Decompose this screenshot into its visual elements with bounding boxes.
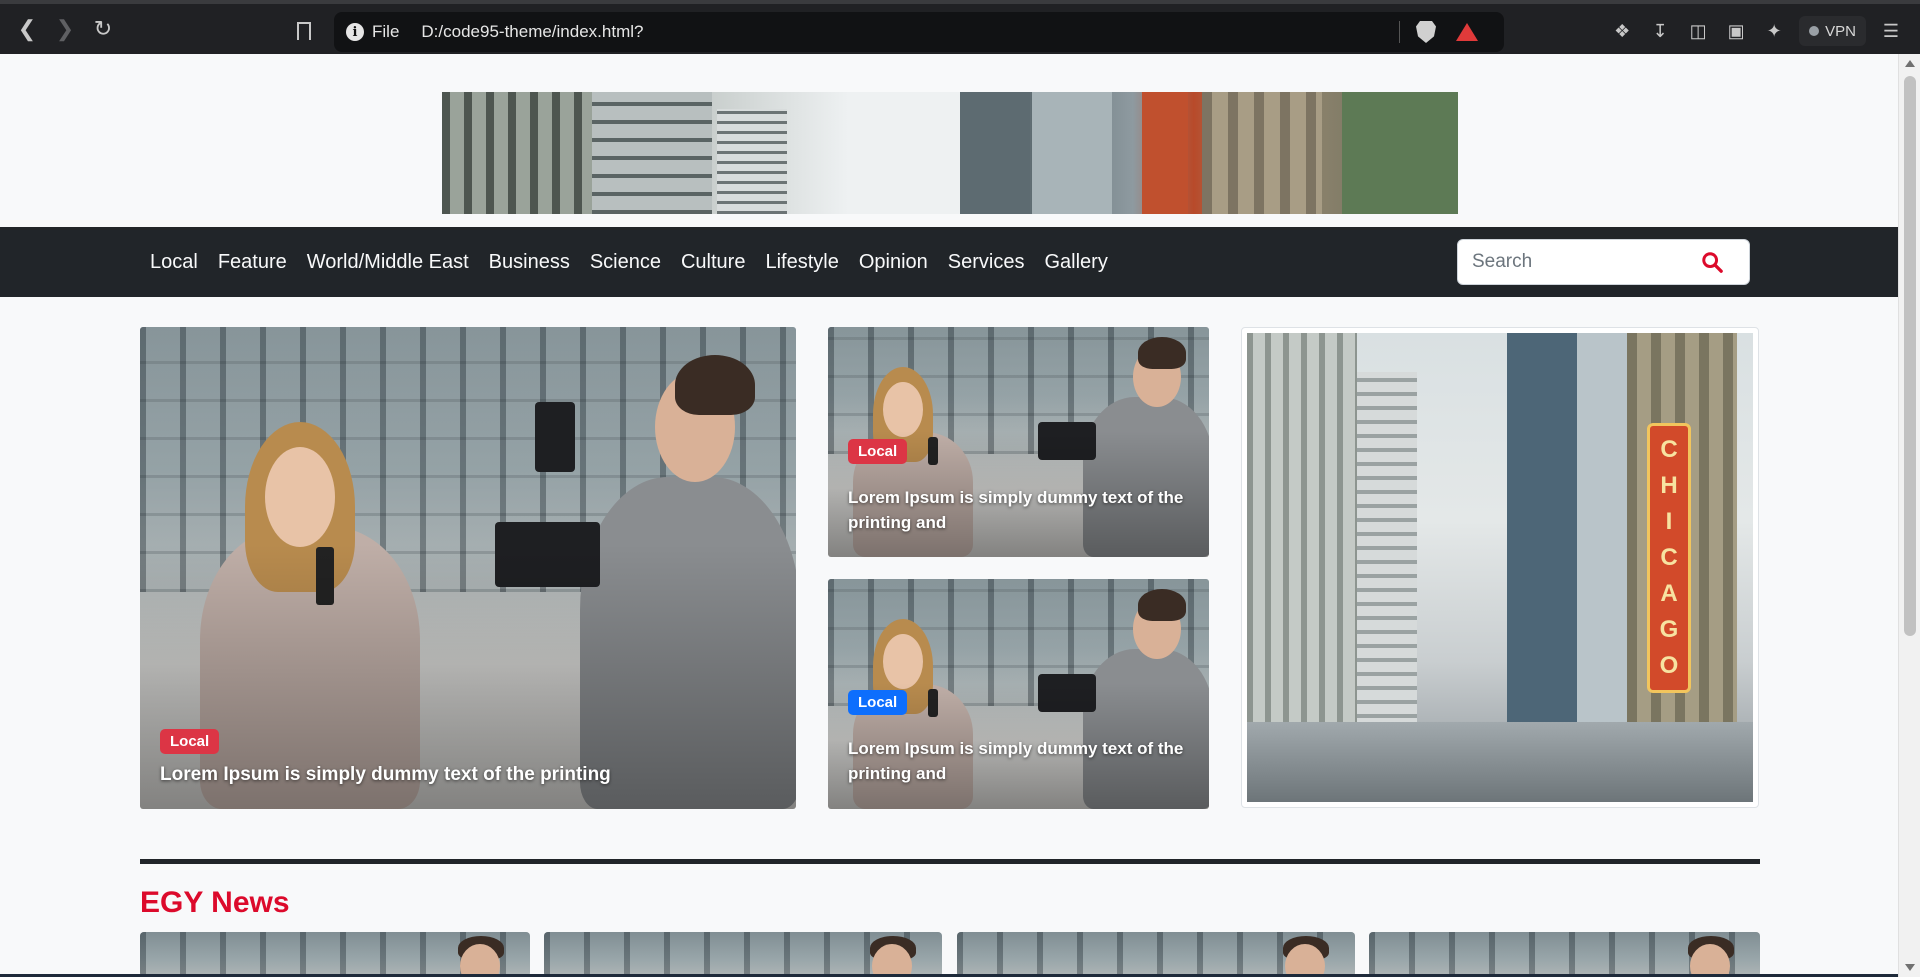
search-input[interactable]	[1472, 251, 1692, 273]
bookmark-icon[interactable]	[297, 22, 311, 40]
url-text[interactable]: D:/code95-theme/index.html?	[421, 22, 643, 42]
section-title: EGY News	[140, 886, 290, 919]
featured-main-title[interactable]: Lorem Ipsum is simply dummy text of the …	[160, 764, 760, 786]
search-form	[1457, 239, 1750, 285]
scroll-up-icon[interactable]	[1905, 60, 1915, 67]
wallet-icon[interactable]: ▣	[1717, 12, 1755, 50]
vpn-status-icon	[1809, 26, 1820, 36]
nav-link-lifestyle[interactable]: Lifestyle	[755, 251, 848, 274]
nav-link-business[interactable]: Business	[479, 251, 580, 274]
category-badge[interactable]: Local	[160, 729, 220, 754]
header-banner-image	[442, 92, 1458, 214]
address-bar[interactable]: i File D:/code95-theme/index.html?	[334, 12, 1504, 52]
scrollbar-thumb[interactable]	[1904, 76, 1916, 636]
vpn-label: VPN	[1825, 22, 1856, 40]
sign-letter: O	[1659, 652, 1679, 679]
brave-rewards-icon[interactable]	[1456, 23, 1478, 41]
scroll-down-icon[interactable]	[1905, 964, 1915, 971]
sign-letter: H	[1660, 472, 1678, 499]
sign-letter: C	[1660, 436, 1678, 463]
featured-side-card-top[interactable]: Local Lorem Ipsum is simply dummy text o…	[828, 327, 1209, 557]
chicago-image: C H I C A G O	[1247, 333, 1753, 802]
sign-letter: I	[1665, 508, 1673, 535]
chicago-image-card[interactable]: C H I C A G O	[1241, 327, 1759, 808]
nav-link-science[interactable]: Science	[580, 251, 671, 274]
news-thumb-card[interactable]	[140, 932, 530, 977]
sign-letter: A	[1660, 580, 1678, 607]
sign-letter: G	[1659, 616, 1679, 643]
reload-icon[interactable]: ↻	[84, 10, 122, 48]
category-badge[interactable]: Local	[848, 690, 908, 715]
back-icon[interactable]: ❮	[8, 10, 46, 48]
featured-side-top-title[interactable]: Lorem Ipsum is simply dummy text of the …	[848, 485, 1188, 535]
vpn-button[interactable]: VPN	[1799, 16, 1866, 46]
browser-toolbar: ❮ ❯ ↻ i File D:/code95-theme/index.html?…	[0, 0, 1920, 54]
nav-link-feature[interactable]: Feature	[208, 251, 297, 274]
menu-icon[interactable]: ☰	[1872, 12, 1910, 50]
featured-side-bottom-title[interactable]: Lorem Ipsum is simply dummy text of the …	[848, 736, 1188, 786]
search-icon[interactable]	[1701, 251, 1723, 273]
nav-link-opinion[interactable]: Opinion	[849, 251, 938, 274]
brave-shield-icon[interactable]	[1416, 21, 1436, 43]
leo-ai-icon[interactable]: ✦	[1755, 12, 1793, 50]
featured-main-card[interactable]: Local Lorem Ipsum is simply dummy text o…	[140, 327, 796, 809]
nav-link-gallery[interactable]: Gallery	[1034, 251, 1117, 274]
sign-letter: C	[1660, 544, 1678, 571]
nav-link-culture[interactable]: Culture	[671, 251, 755, 274]
nav-link-world-middle-east[interactable]: World/Middle East	[297, 251, 479, 274]
page-scrollbar[interactable]	[1898, 54, 1920, 977]
featured-side-card-bottom[interactable]: Local Lorem Ipsum is simply dummy text o…	[828, 579, 1209, 809]
main-navbar: Local Feature World/Middle East Business…	[0, 227, 1898, 297]
extensions-icon[interactable]: ❖	[1603, 12, 1641, 50]
nav-links: Local Feature World/Middle East Business…	[140, 227, 1118, 297]
featured-main-image	[140, 327, 796, 809]
nav-link-services[interactable]: Services	[938, 251, 1035, 274]
news-thumb-card[interactable]	[1369, 932, 1760, 977]
news-thumb-card[interactable]	[544, 932, 942, 977]
forward-icon[interactable]: ❯	[46, 10, 84, 48]
section-divider	[140, 859, 1760, 864]
nav-link-local[interactable]: Local	[140, 251, 208, 274]
chicago-theatre-sign: C H I C A G O	[1647, 423, 1691, 693]
address-divider	[1399, 21, 1400, 43]
file-label: File	[372, 22, 400, 41]
download-icon[interactable]: ↧	[1641, 12, 1679, 50]
info-icon[interactable]: i	[346, 23, 364, 41]
sidebar-icon[interactable]: ◫	[1679, 12, 1717, 50]
category-badge[interactable]: Local	[848, 439, 908, 464]
toolbar-right: ❖ ↧ ◫ ▣ ✦ VPN ☰	[1603, 12, 1910, 50]
news-thumb-card[interactable]	[957, 932, 1355, 977]
